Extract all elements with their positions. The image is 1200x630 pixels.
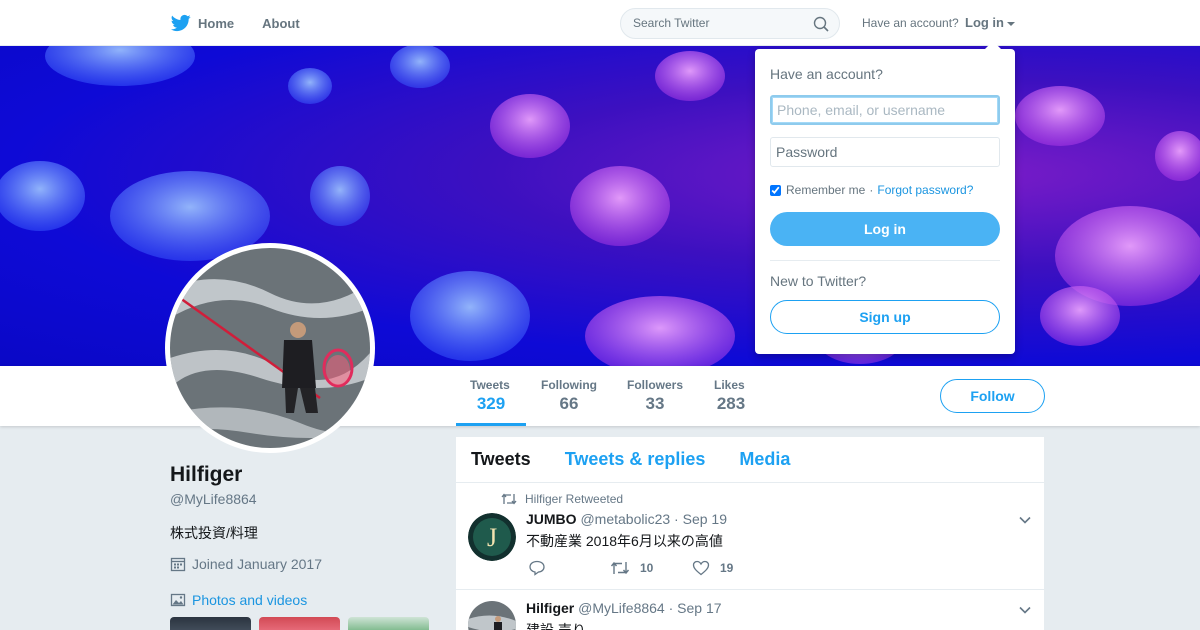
stat-tweets[interactable]: Tweets 329 (456, 366, 526, 426)
tweet-header: JUMBO @metabolic23 · Sep 19 (526, 511, 727, 527)
nav-left: Home About (170, 0, 328, 46)
password-input[interactable] (770, 137, 1000, 167)
separator-dot: · (869, 183, 874, 197)
like-count: 19 (720, 561, 734, 575)
search-input[interactable] (633, 16, 813, 30)
retweet-count: 10 (640, 561, 654, 575)
stat-value: 283 (716, 394, 746, 413)
nav-home[interactable]: Home (170, 13, 234, 33)
tweet-timestamp[interactable]: Sep 17 (677, 600, 721, 616)
timeline-tabs: Tweets Tweets & replies Media (456, 437, 1044, 483)
search-icon[interactable] (813, 16, 829, 32)
photos-videos-link[interactable]: Photos and videos (170, 592, 307, 608)
tweet-separator: · (674, 511, 679, 527)
reply-icon (529, 560, 545, 576)
tweet-fullname[interactable]: JUMBO (526, 511, 577, 527)
follow-button[interactable]: Follow (940, 379, 1045, 413)
tab-tweets-replies[interactable]: Tweets & replies (565, 449, 706, 470)
profile-joined: Joined January 2017 (170, 556, 322, 572)
forgot-password-link[interactable]: Forgot password? (877, 183, 973, 197)
tab-tweets[interactable]: Tweets (471, 449, 531, 470)
remember-me-checkbox[interactable] (770, 184, 781, 196)
like-button[interactable]: 19 (692, 560, 774, 576)
top-navigation: Home About Have an account? Log in (0, 0, 1200, 46)
stat-label: Followers (627, 378, 684, 392)
chevron-down-icon[interactable] (1018, 603, 1032, 617)
nav-about-label: About (262, 15, 300, 31)
tweet-avatar[interactable]: J (468, 513, 516, 561)
tweet-header: Hilfiger @MyLife8864 · Sep 17 (526, 600, 722, 616)
caret-down-icon (1007, 21, 1015, 26)
tweet-username[interactable]: @MyLife8864 (578, 600, 665, 616)
chevron-down-icon[interactable] (1018, 513, 1032, 527)
stat-followers[interactable]: Followers 33 (613, 366, 697, 426)
stat-label: Tweets (470, 378, 510, 392)
username-input[interactable] (770, 95, 1000, 125)
photo-icon (170, 593, 186, 607)
twitter-bird-icon (170, 14, 191, 32)
signup-button[interactable]: Sign up (770, 300, 1000, 334)
dropdown-title: Have an account? (770, 66, 883, 82)
tweet-fullname[interactable]: Hilfiger (526, 600, 574, 616)
reply-button[interactable] (528, 560, 610, 576)
media-thumbnails (170, 617, 437, 630)
nav-home-label: Home (198, 15, 235, 31)
tweet-text: 建設 売り (526, 622, 586, 630)
retweet-icon (501, 493, 517, 505)
retweet-context-text: Hilfiger Retweeted (525, 492, 624, 506)
tweet-actions: 10 19 (528, 560, 774, 576)
stat-likes[interactable]: Likes 283 (700, 366, 762, 426)
retweet-button[interactable]: 10 (610, 561, 692, 575)
login-dropdown: Have an account? Remember me · Forgot pa… (755, 41, 1015, 354)
stat-following[interactable]: Following 66 (527, 366, 611, 426)
svg-text:J: J (487, 523, 497, 552)
login-dropdown-toggle[interactable]: Log in (965, 15, 1015, 30)
retweet-icon (610, 561, 630, 575)
stat-label: Following (541, 378, 597, 392)
avatar-image (170, 248, 370, 448)
stat-label: Likes (714, 378, 745, 392)
tweet[interactable]: Hilfiger @MyLife8864 · Sep 17 建設 売り (456, 590, 1044, 630)
search-box (620, 8, 840, 39)
tweet-avatar[interactable] (468, 601, 516, 630)
stat-value: 33 (645, 394, 665, 413)
have-account-text: Have an account? (862, 16, 959, 30)
tab-media[interactable]: Media (739, 449, 790, 470)
joined-text: Joined January 2017 (192, 556, 322, 572)
profile-handle[interactable]: @MyLife8864 (170, 491, 257, 507)
dropdown-divider (770, 260, 1000, 261)
remember-row: Remember me · Forgot password? (770, 183, 973, 197)
timeline: Tweets Tweets & replies Media Hilfiger R… (456, 437, 1044, 630)
media-thumbnail[interactable] (348, 617, 429, 630)
retweet-context: Hilfiger Retweeted (501, 492, 623, 506)
media-thumbnail[interactable] (259, 617, 340, 630)
remember-me-label[interactable]: Remember me (786, 183, 865, 197)
like-icon (692, 560, 710, 576)
nav-about[interactable]: About (262, 16, 300, 31)
tweet[interactable]: Hilfiger Retweeted J JUMBO @metabolic23 … (456, 483, 1044, 590)
new-to-twitter-text: New to Twitter? (770, 273, 867, 289)
photos-videos-label: Photos and videos (192, 592, 308, 608)
profile-avatar[interactable] (165, 243, 375, 453)
media-thumbnail[interactable] (170, 617, 251, 630)
tweet-separator: · (668, 600, 674, 616)
profile-bio: 株式投資/料理 (170, 525, 258, 541)
login-toggle-label: Log in (965, 15, 1004, 30)
tweet-username[interactable]: @metabolic23 (580, 511, 670, 527)
login-button[interactable]: Log in (770, 212, 1000, 246)
calendar-icon (170, 557, 186, 572)
tweet-timestamp[interactable]: Sep 19 (683, 511, 727, 527)
tweet-text: 不動産業 2018年6月以来の高値 (526, 533, 723, 549)
profile-name[interactable]: Hilfiger (170, 463, 242, 487)
stat-value: 66 (559, 394, 579, 413)
stat-value: 329 (476, 394, 506, 413)
